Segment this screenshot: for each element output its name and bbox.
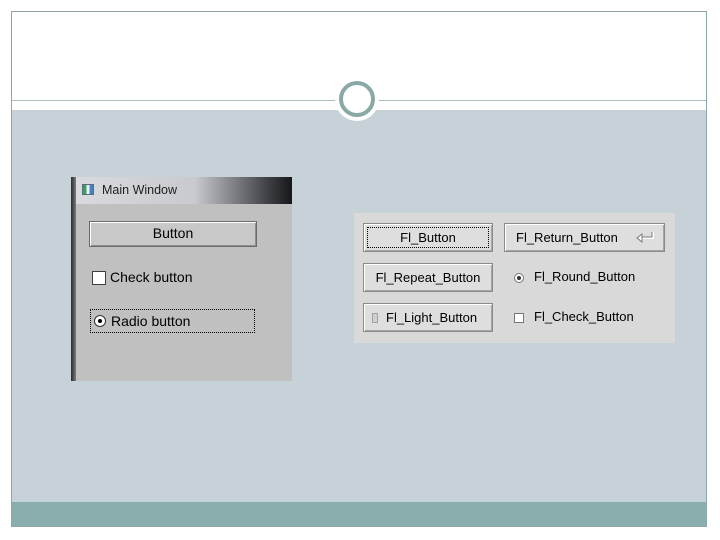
fl-round-button-label: Fl_Round_Button xyxy=(534,269,636,284)
push-button[interactable]: Button xyxy=(89,221,257,247)
window-titlebar[interactable]: Main Window xyxy=(76,177,292,204)
round-radio-icon[interactable] xyxy=(514,273,524,283)
fl-button[interactable]: Fl_Button xyxy=(363,223,493,252)
return-arrow-icon xyxy=(636,232,654,243)
radio-button-label: Radio button xyxy=(111,313,191,329)
window-app-icon xyxy=(82,184,94,195)
main-window-screenshot: Main Window Button Check button Radio bu… xyxy=(71,177,292,381)
focus-outline xyxy=(367,227,489,248)
check-button-label: Check button xyxy=(110,269,193,285)
checkbox-icon[interactable] xyxy=(514,313,524,323)
window-title: Main Window xyxy=(102,183,178,197)
checkbox-icon[interactable] xyxy=(92,271,106,285)
fl-return-button[interactable]: Fl_Return_Button xyxy=(504,223,665,252)
radio-icon[interactable] xyxy=(94,315,106,327)
fl-repeat-button[interactable]: Fl_Repeat_Button xyxy=(363,263,493,292)
fltk-button-showcase: Fl_Button Fl_Return_Button Fl_Repeat_But… xyxy=(354,213,675,343)
slide-footer-bar xyxy=(12,502,706,526)
window-left-edge xyxy=(71,177,76,381)
divider-circle-ornament xyxy=(339,81,375,117)
fl-check-button-label: Fl_Check_Button xyxy=(534,309,634,324)
fl-return-button-label: Fl_Return_Button xyxy=(516,230,618,245)
radio-button[interactable]: Radio button xyxy=(90,309,255,333)
light-indicator-icon xyxy=(372,313,378,323)
fl-light-button-label: Fl_Light_Button xyxy=(386,310,478,325)
fl-light-button[interactable]: Fl_Light_Button xyxy=(363,303,493,332)
